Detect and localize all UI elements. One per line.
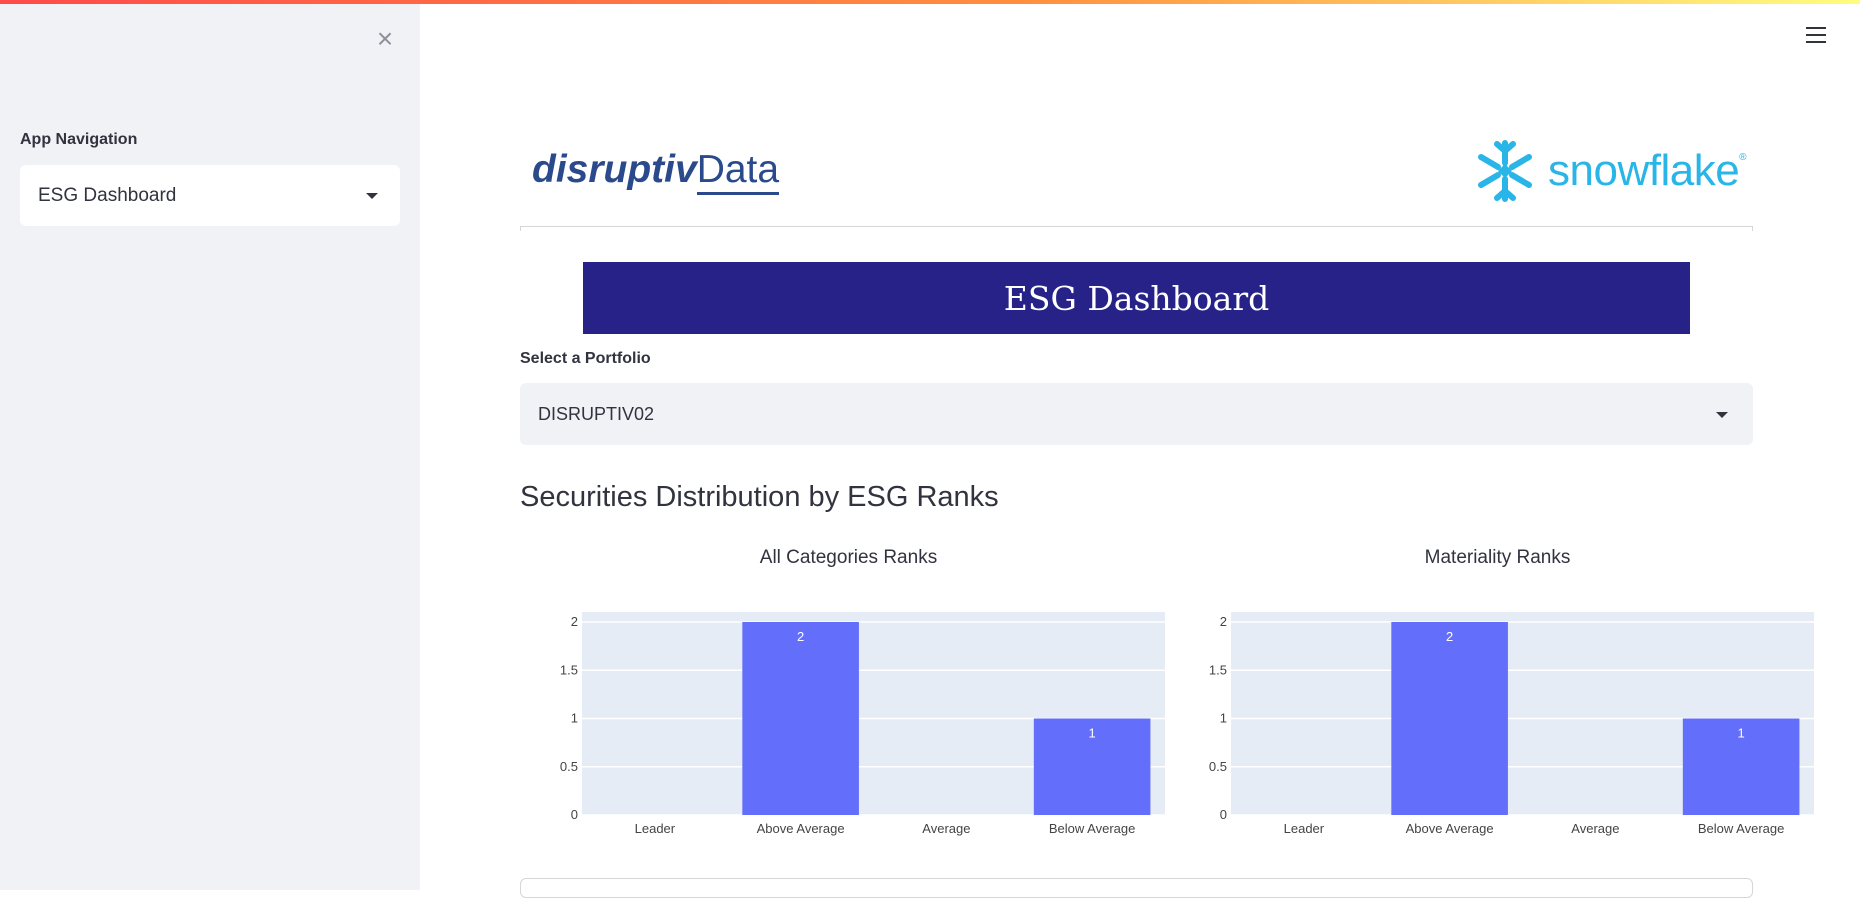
app-navigation-selected-value: ESG Dashboard: [38, 184, 177, 206]
chart-svg: Materiality Ranks 0 0.5 1 1.5 2 Leader 2 Above A…: [1209, 547, 1814, 836]
page-title: ESG Dashboard: [1003, 278, 1270, 318]
app-navigation-label: App Navigation: [20, 131, 138, 148]
y-tick-label: 1: [571, 711, 578, 726]
y-tick-label: 0.5: [560, 759, 578, 774]
chevron-down-icon: [366, 193, 378, 199]
bar: [742, 622, 859, 815]
x-tick-label: Above Average: [757, 821, 845, 836]
portfolio-select-label: Select a Portfolio: [520, 350, 651, 367]
header-divider: [520, 226, 1753, 231]
bar-data-label: 2: [1446, 629, 1453, 644]
app-navigation-select[interactable]: ESG Dashboard: [20, 165, 400, 226]
y-tick-label: 1.5: [1209, 662, 1227, 677]
sidebar: × App Navigation ESG Dashboard: [0, 4, 420, 890]
x-tick-label: Below Average: [1698, 821, 1785, 836]
bar-data-label: 1: [1089, 726, 1096, 741]
dashboard-banner: ESG Dashboard: [583, 262, 1690, 334]
portfolio-selected-value: DISRUPTIV02: [538, 403, 655, 424]
x-tick-label: Leader: [635, 821, 676, 836]
y-tick-label: 0: [1220, 807, 1227, 822]
materiality-ranks-chart: Materiality Ranks 0 0.5 1 1.5 2 Leader 2 Above A…: [1209, 543, 1814, 848]
next-section-container: [520, 878, 1753, 898]
chart-title: All Categories Ranks: [760, 547, 937, 568]
y-tick-label: 0: [571, 807, 578, 822]
snowflake-icon: [1478, 140, 1532, 202]
y-tick-label: 1.5: [560, 662, 578, 677]
all-categories-ranks-chart: All Categories Ranks 0 0.5 1 1.5 2 Leader 2 Abov…: [560, 543, 1165, 848]
y-tick-label: 2: [571, 614, 578, 629]
x-tick-label: Leader: [1284, 821, 1325, 836]
snowflake-logo: snowflake ®: [1472, 138, 1747, 204]
x-tick-label: Average: [922, 821, 970, 836]
chevron-down-icon: [1716, 412, 1728, 418]
bar-data-label: 1: [1738, 726, 1745, 741]
close-icon[interactable]: ×: [372, 25, 398, 53]
bar-data-label: 2: [797, 629, 804, 644]
chart-svg: All Categories Ranks 0 0.5 1 1.5 2 Leader 2 Abov…: [560, 547, 1165, 836]
y-tick-label: 2: [1220, 614, 1227, 629]
chart-title: Materiality Ranks: [1425, 547, 1571, 568]
bar: [1391, 622, 1508, 815]
x-tick-label: Above Average: [1406, 821, 1494, 836]
portfolio-select[interactable]: DISRUPTIV02: [520, 383, 1753, 445]
section-title: Securities Distribution by ESG Ranks: [520, 481, 999, 513]
x-tick-label: Below Average: [1049, 821, 1136, 836]
hamburger-menu-icon[interactable]: [1806, 27, 1826, 45]
x-tick-label: Average: [1571, 821, 1619, 836]
snowflake-wordmark: snowflake: [1548, 146, 1740, 195]
disruptivdata-logo: disruptivData: [532, 148, 780, 191]
y-tick-label: 1: [1220, 711, 1227, 726]
y-tick-label: 0.5: [1209, 759, 1227, 774]
